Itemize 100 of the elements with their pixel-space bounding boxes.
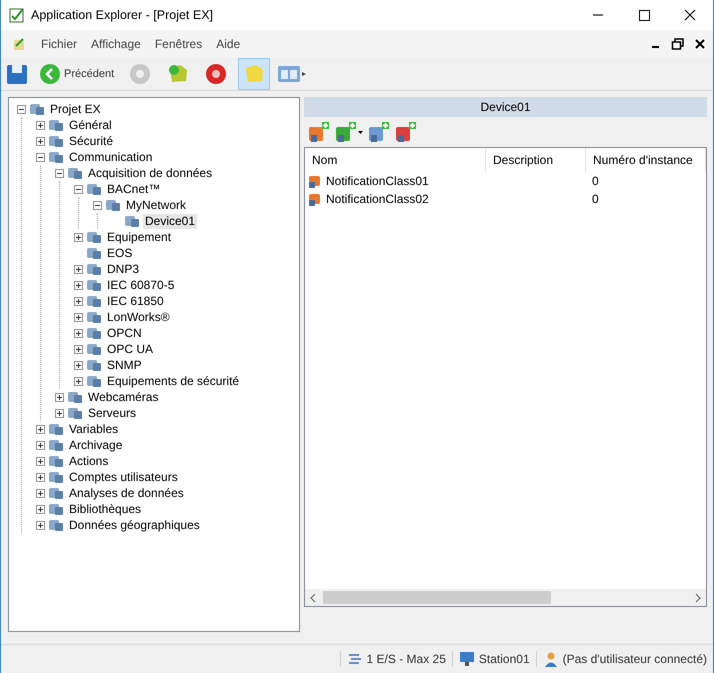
tree-item[interactable]: EOS [105, 246, 134, 260]
item-icon [86, 182, 102, 196]
panel-title: Device01 [304, 97, 707, 117]
item-icon [86, 230, 102, 244]
collapse-icon[interactable] [93, 200, 102, 210]
table-cell-text: 0 [591, 192, 600, 206]
close-button[interactable] [693, 37, 707, 51]
item-icon [48, 150, 64, 164]
tree-item[interactable]: Variables [67, 422, 120, 436]
expand-icon[interactable] [36, 520, 45, 530]
tree-item[interactable]: Device01 [143, 214, 198, 228]
item-icon [105, 198, 121, 212]
table-cell-text: 0 [591, 174, 600, 188]
tree-item[interactable]: Données géographiques [67, 518, 202, 532]
expand-icon[interactable] [36, 424, 45, 434]
tree-item[interactable]: Général [67, 118, 114, 132]
expand-icon[interactable] [74, 280, 83, 290]
item-icon [86, 374, 102, 388]
menu-item[interactable]: Fichier [41, 37, 78, 51]
item-icon [67, 406, 83, 420]
table-cell[interactable]: NotificationClass02 [326, 192, 429, 206]
item-icon [86, 358, 102, 372]
item-icon [48, 118, 64, 132]
expand-icon[interactable] [74, 360, 83, 370]
add-icon[interactable] [368, 121, 390, 143]
item-icon [86, 342, 102, 356]
window-title: Application Explorer - [Projet EX] [31, 8, 214, 22]
tree-item[interactable]: Archivage [67, 438, 124, 452]
tree-item[interactable]: Equipement [105, 230, 174, 244]
tree-item[interactable]: Sécurité [67, 134, 116, 148]
tree-item[interactable]: OPCN [105, 326, 144, 340]
expand-icon[interactable] [74, 264, 83, 274]
add-icon[interactable] [395, 121, 417, 143]
column-header[interactable]: Description [486, 148, 586, 172]
expand-icon[interactable] [74, 232, 83, 242]
collapse-icon[interactable] [74, 184, 83, 194]
save-icon[interactable] [5, 62, 29, 86]
collapse-icon[interactable] [17, 104, 26, 114]
tree-item[interactable]: OPC UA [105, 342, 156, 356]
tree-item[interactable]: IEC 60870-5 [105, 278, 176, 292]
expand-icon[interactable] [55, 408, 64, 418]
item-icon [86, 262, 102, 276]
expand-icon[interactable] [36, 472, 45, 482]
horizontal-scrollbar[interactable] [305, 589, 706, 606]
expand-icon[interactable] [74, 312, 83, 322]
column-header[interactable]: Numéro d'instance [586, 148, 706, 172]
item-icon [48, 470, 64, 484]
item-icon [86, 246, 102, 260]
collapse-icon[interactable] [36, 152, 45, 162]
tree-item[interactable]: Analyses de données [67, 486, 186, 500]
item-icon [86, 310, 102, 324]
item-icon [124, 214, 140, 228]
collapse-icon[interactable] [55, 168, 64, 178]
expand-icon[interactable] [36, 456, 45, 466]
table-cell[interactable]: NotificationClass01 [326, 174, 429, 188]
tree-item[interactable]: Communication [67, 150, 154, 164]
menu-item[interactable]: Affichage [91, 37, 141, 51]
item-icon [48, 502, 64, 516]
expand-icon[interactable] [36, 120, 45, 130]
tree-item[interactable]: Webcaméras [86, 390, 160, 404]
expand-icon[interactable] [74, 344, 83, 354]
tree-item[interactable]: Acquisition de données [86, 166, 214, 180]
tree-item[interactable]: DNP3 [105, 262, 142, 276]
expand-icon[interactable] [36, 488, 45, 498]
tree-item[interactable]: SNMP [105, 358, 144, 372]
tree-item[interactable]: Comptes utilisateurs [67, 470, 180, 484]
notification-icon [308, 174, 322, 188]
tree-item[interactable]: Actions [67, 454, 110, 468]
expand-icon[interactable] [74, 328, 83, 338]
back-button[interactable]: Précédent [35, 63, 118, 85]
dropdown-icon[interactable] [358, 130, 363, 134]
tree-item[interactable]: BACnet™ [105, 182, 162, 196]
tree-item[interactable]: IEC 61850 [105, 294, 166, 308]
item-icon [86, 278, 102, 292]
tree-item[interactable]: MyNetwork [124, 198, 188, 212]
expand-icon[interactable] [74, 376, 83, 386]
expand-icon[interactable] [36, 440, 45, 450]
item-icon [29, 102, 45, 116]
expand-icon[interactable] [36, 136, 45, 146]
menu-item[interactable]: Fenêtres [154, 37, 202, 51]
item-icon [48, 134, 64, 148]
expand-icon[interactable] [55, 392, 64, 402]
tree-item[interactable]: Equipements de sécurité [105, 374, 242, 388]
add-icon[interactable] [308, 121, 330, 143]
tree-item[interactable]: LonWorks® [105, 310, 172, 324]
add-icon[interactable] [335, 121, 357, 143]
notification-icon [308, 192, 322, 206]
item-icon [86, 326, 102, 340]
menu-item[interactable]: Aide [216, 37, 240, 51]
column-header[interactable]: Nom [305, 148, 486, 172]
restore-button[interactable] [671, 37, 685, 51]
item-icon [48, 518, 64, 532]
item-icon [86, 294, 102, 308]
expand-icon[interactable] [36, 504, 45, 514]
status-text: Station01 [478, 652, 530, 666]
tree-item[interactable]: Serveurs [86, 406, 138, 420]
expand-icon[interactable] [74, 296, 83, 306]
item-icon [67, 390, 83, 404]
tree-item[interactable]: Bibliothèques [67, 502, 144, 516]
tree-item[interactable]: Projet EX [48, 102, 103, 116]
